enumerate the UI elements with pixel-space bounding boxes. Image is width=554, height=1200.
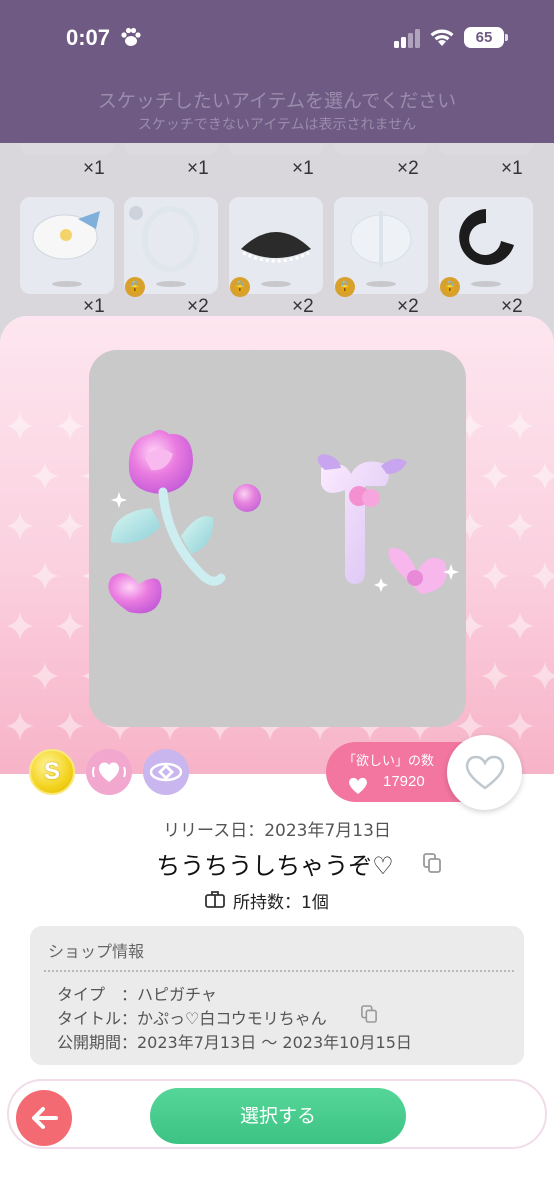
- wish-count: 17920: [383, 773, 425, 790]
- item-thumbnail: [241, 232, 311, 263]
- lock-icon: 🔒: [335, 277, 355, 297]
- arrow-left-icon: [32, 1107, 58, 1129]
- item-count: ×2: [397, 158, 419, 179]
- item-count: ×1: [501, 158, 523, 179]
- coin-badge: S: [29, 749, 75, 795]
- heart-icon: [92, 762, 126, 782]
- lock-icon: 🔒: [125, 277, 145, 297]
- item-preview: [89, 350, 466, 727]
- clock: 0:07: [66, 25, 111, 50]
- header-overlay: 0:07 65 スケッチしたいアイテムを選んでください スケッチできないアイテム…: [0, 0, 554, 143]
- signal-icon: [394, 29, 420, 48]
- heart-icon: [349, 777, 367, 794]
- battery-indicator: 65: [464, 27, 508, 48]
- shop-series-title: タイトル：かぷっ♡白コウモリちゃん: [57, 1009, 327, 1028]
- item-thumbnail: [129, 206, 200, 272]
- action-bar: 選択する: [7, 1079, 547, 1149]
- lock-icon: 🔒: [230, 277, 250, 297]
- grid-tile[interactable]: [439, 143, 533, 155]
- item-count: ×2: [187, 296, 209, 317]
- paw-icon: [121, 27, 141, 46]
- item-count: ×2: [397, 296, 419, 317]
- shop-info-box: ショップ情報 タイプ ：ハピガチャ タイトル：かぷっ♡白コウモリちゃん 公開期間…: [30, 926, 524, 1065]
- copy-icon[interactable]: [361, 1005, 377, 1023]
- gacha-badge: [143, 749, 189, 795]
- copy-icon[interactable]: [423, 853, 441, 873]
- page-subtitle: スケッチできないアイテムは表示されません: [137, 117, 417, 133]
- item-detail-sheet: S 「欲しい」の数 17920 リリース日：2023年7月13日 ちうちうしちゃ…: [0, 316, 554, 1200]
- grid-tile[interactable]: 🔒: [439, 197, 533, 297]
- grid-tile[interactable]: [124, 143, 218, 155]
- item-count: ×2: [292, 296, 314, 317]
- wish-label: 「欲しい」の数: [343, 754, 435, 769]
- item-name: ちうちうしちゃうぞ♡: [156, 852, 394, 880]
- gacha-icon: [149, 762, 183, 782]
- owned-count: 所持数：1個: [205, 888, 329, 913]
- wifi-icon: [430, 29, 454, 46]
- grid-tile[interactable]: 🔒: [229, 197, 323, 297]
- grid-tile[interactable]: 🔒: [334, 197, 428, 297]
- page-title: スケッチしたいアイテムを選んでください: [97, 90, 457, 112]
- status-bar: 0:07 65: [0, 0, 554, 76]
- favorite-button[interactable]: [447, 735, 522, 810]
- release-date: リリース日：2023年7月13日: [163, 821, 391, 841]
- coin-s-icon: S: [43, 758, 60, 785]
- shop-info-title: ショップ情報: [48, 942, 145, 961]
- item-thumbnail: [459, 209, 514, 265]
- item-count: ×1: [292, 158, 314, 179]
- shop-type: タイプ ：ハピガチャ: [57, 985, 217, 1004]
- grid-tile[interactable]: [334, 143, 428, 155]
- owned-count-text: 所持数：1個: [233, 893, 329, 913]
- item-count: ×1: [83, 296, 105, 317]
- item-count: ×1: [83, 158, 105, 179]
- heart-vibe-badge: [86, 749, 132, 795]
- divider: [44, 970, 514, 972]
- item-thumbnail: [350, 211, 412, 267]
- item-illustration: [108, 430, 459, 614]
- shop-period: 公開期間：2023年7月13日 〜 2023年10月15日: [57, 1033, 412, 1052]
- item-thumbnail: [32, 211, 100, 260]
- item-count: ×1: [187, 158, 209, 179]
- lock-icon: 🔒: [440, 277, 460, 297]
- heart-outline-icon: [465, 755, 505, 790]
- select-button[interactable]: 選択する: [150, 1088, 406, 1144]
- grid-tile[interactable]: 🔒: [124, 197, 218, 297]
- grid-tile[interactable]: [229, 143, 323, 155]
- grid-tile[interactable]: [20, 197, 114, 294]
- grid-tile[interactable]: [20, 143, 114, 155]
- back-button[interactable]: [16, 1090, 72, 1146]
- item-count: ×2: [501, 296, 523, 317]
